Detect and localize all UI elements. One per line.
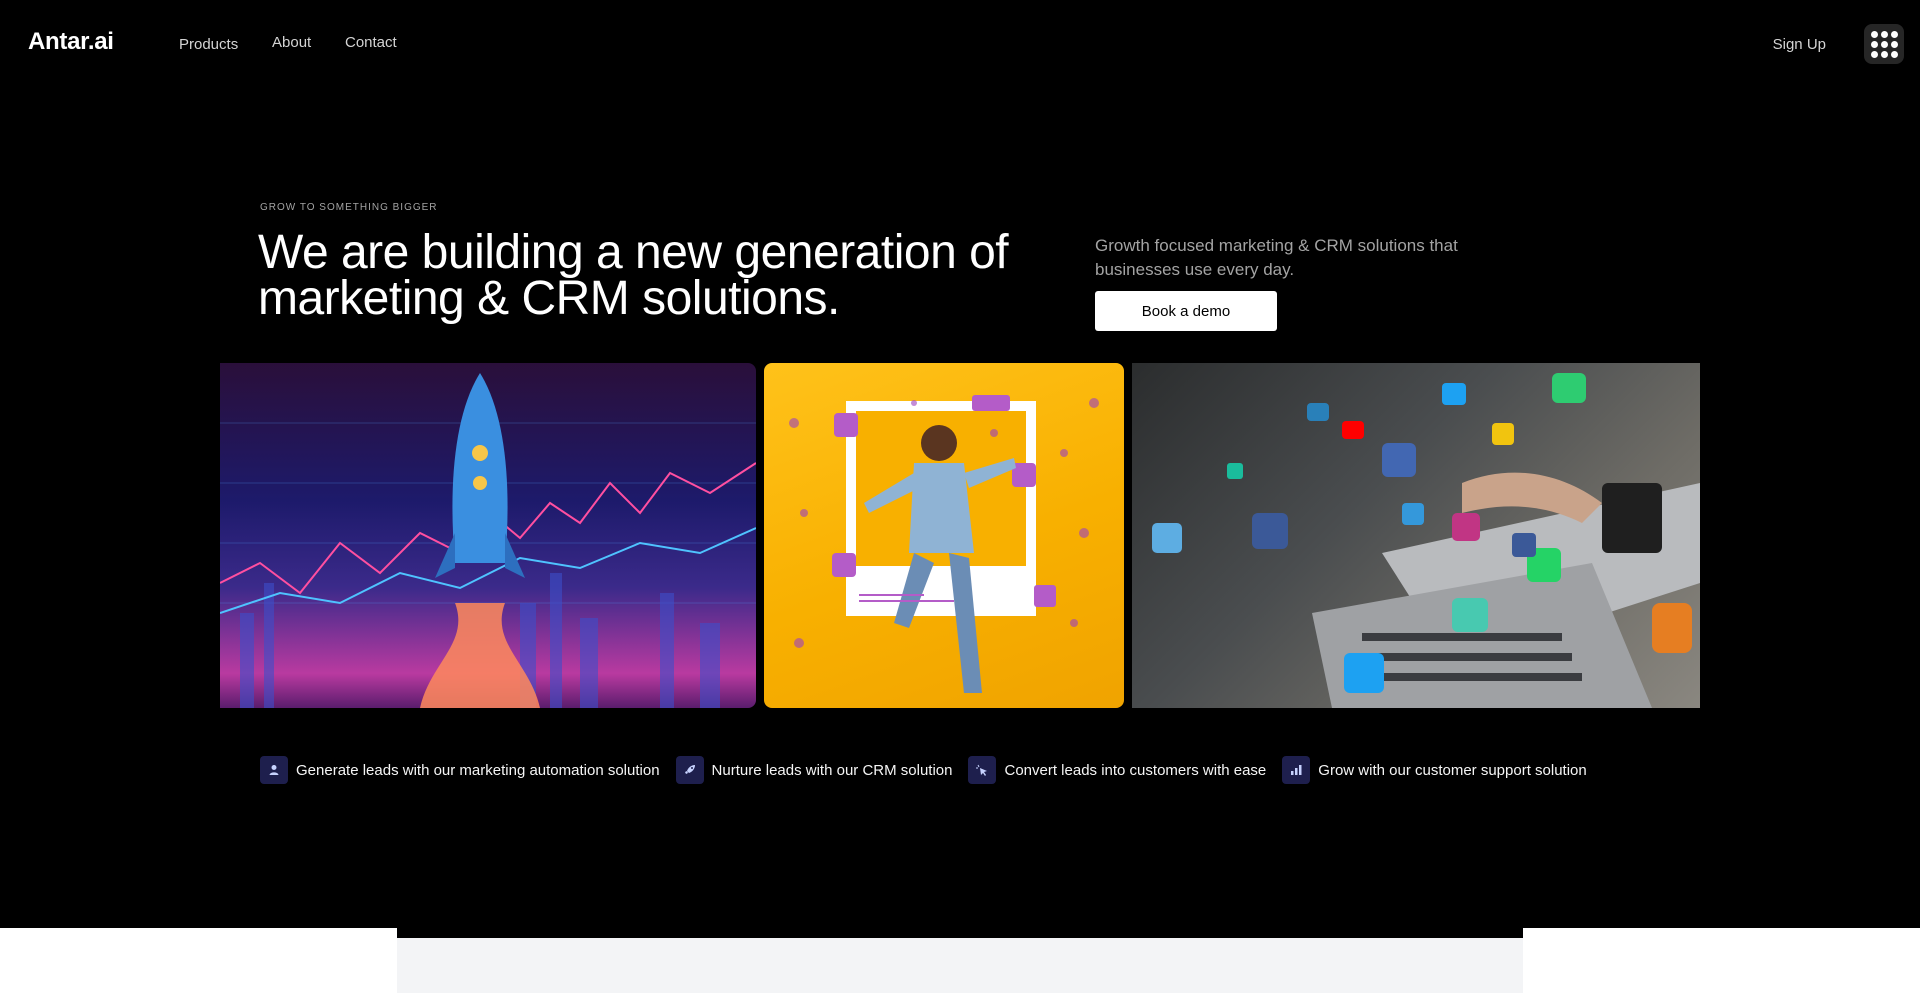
hero-headline: We are building a new generation of mark…	[258, 226, 1009, 325]
bar-chart-icon	[1282, 756, 1311, 784]
feature-label: Convert leads into customers with ease	[1004, 761, 1267, 779]
feature-item: Generate leads with our marketing automa…	[260, 756, 660, 784]
feature-list: Generate leads with our marketing automa…	[260, 756, 1603, 784]
user-icon	[260, 756, 288, 784]
social-media-influencer-image	[764, 363, 1124, 708]
feature-item: Grow with our customer support solution	[1282, 756, 1587, 784]
sign-up-link[interactable]: Sign Up	[1773, 36, 1826, 53]
feature-item: Nurture leads with our CRM solution	[675, 756, 953, 784]
book-demo-button[interactable]: Book a demo	[1095, 291, 1277, 331]
rocket-growth-chart-image	[220, 363, 756, 708]
hero-subtext: Growth focused marketing & CRM solutions…	[1095, 236, 1458, 279]
laptop-social-icons-image	[1132, 363, 1700, 708]
logo[interactable]: Antar.ai	[28, 28, 114, 56]
hero-eyebrow: GROW TO SOMETHING BIGGER	[260, 202, 438, 213]
rocket-icon	[675, 756, 704, 784]
top-navigation: Antar.ai Products About Contact Sign Up	[0, 0, 1920, 88]
section-divider	[397, 928, 1523, 938]
cursor-click-icon	[968, 756, 997, 784]
grid-menu-icon[interactable]	[1864, 24, 1904, 64]
feature-label: Generate leads with our marketing automa…	[296, 761, 660, 779]
nav-link-about[interactable]: About	[272, 34, 311, 51]
feature-item: Convert leads into customers with ease	[968, 756, 1266, 784]
nav-link-products[interactable]: Products	[179, 36, 238, 53]
feature-label: Grow with our customer support solution	[1318, 761, 1587, 779]
next-section-panel	[397, 938, 1523, 993]
nav-link-contact[interactable]: Contact	[345, 34, 397, 51]
feature-label: Nurture leads with our CRM solution	[711, 761, 953, 779]
